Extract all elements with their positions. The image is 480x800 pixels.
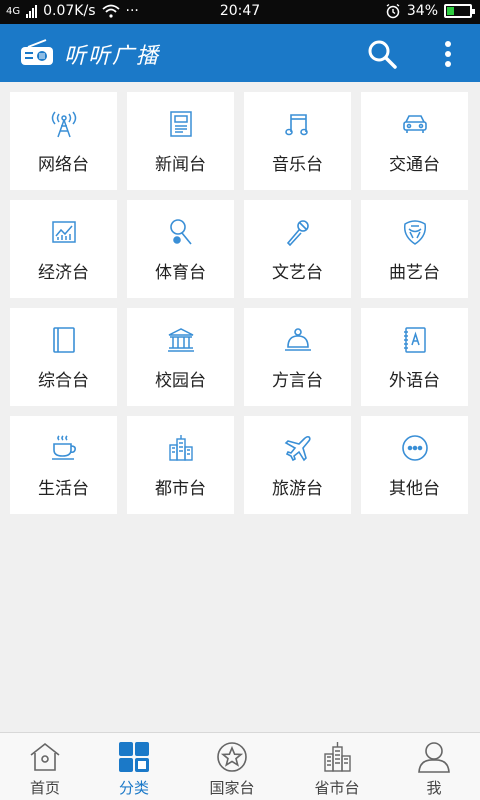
- category-tile-music[interactable]: 音乐台: [244, 92, 351, 190]
- nav-home[interactable]: 首页: [0, 733, 90, 800]
- nav-label: 国家台: [209, 779, 255, 797]
- category-label: 网络台: [38, 155, 89, 175]
- nav-label: 首页: [29, 779, 60, 797]
- status-right: 34%: [385, 3, 475, 19]
- category-tile-network[interactable]: 网络台: [10, 92, 117, 190]
- car-icon: [402, 115, 427, 133]
- category-tile-opera[interactable]: 曲艺台: [361, 200, 468, 298]
- category-label: 交通台: [389, 155, 440, 175]
- app-bar: 听听广播: [0, 24, 480, 82]
- buildings-icon: [324, 742, 351, 772]
- coffee-cup-icon: [51, 435, 76, 460]
- bottom-nav: 首页 分类 国家台 省市台 我: [0, 732, 480, 800]
- category-label: 生活台: [38, 479, 89, 499]
- category-tile-dialect[interactable]: 方言台: [244, 308, 351, 406]
- nav-provincial[interactable]: 省市台: [286, 733, 388, 800]
- book-icon: [52, 327, 75, 353]
- chart-icon: [51, 221, 76, 243]
- category-tile-campus[interactable]: 校园台: [127, 308, 234, 406]
- category-tile-foreign[interactable]: 外语台: [361, 308, 468, 406]
- nav-category[interactable]: 分类: [90, 733, 178, 800]
- status-bar: 4G 0.07K/s ··· 20:47 34%: [0, 0, 480, 24]
- radio-icon: [21, 39, 53, 65]
- nav-label: 省市台: [314, 779, 360, 797]
- home-icon: [30, 742, 60, 771]
- racket-ball-icon: [169, 219, 192, 245]
- category-label: 都市台: [155, 479, 206, 499]
- category-label: 校园台: [155, 371, 206, 391]
- category-label: 新闻台: [155, 155, 206, 175]
- microphone-icon: [286, 220, 309, 246]
- category-label: 外语台: [389, 371, 440, 391]
- nav-me[interactable]: 我: [388, 733, 480, 800]
- category-label: 音乐台: [272, 155, 323, 175]
- nav-label: 分类: [118, 779, 149, 797]
- category-tile-other[interactable]: 其他台: [361, 416, 468, 514]
- music-note-icon: [284, 114, 308, 136]
- newspaper-icon: [169, 111, 192, 137]
- category-tile-traffic[interactable]: 交通台: [361, 92, 468, 190]
- category-tile-news[interactable]: 新闻台: [127, 92, 234, 190]
- more-vertical-icon[interactable]: [436, 38, 460, 70]
- opera-mask-icon: [403, 220, 426, 245]
- category-tile-general[interactable]: 综合台: [10, 308, 117, 406]
- category-label: 方言台: [272, 371, 323, 391]
- star-icon: [217, 742, 247, 772]
- category-label: 其他台: [389, 479, 440, 499]
- category-tile-sports[interactable]: 体育台: [127, 200, 234, 298]
- category-label: 旅游台: [272, 479, 323, 499]
- category-label: 体育台: [155, 263, 206, 283]
- school-building-icon: [167, 328, 194, 352]
- category-grid: 网络台 新闻台 音乐台 交通台 经济台 体育台 文艺台 曲艺台 综合台 校园台 …: [10, 92, 470, 514]
- alarm-icon: [386, 3, 400, 19]
- category-tile-travel[interactable]: 旅游台: [244, 416, 351, 514]
- category-label: 经济台: [38, 263, 89, 283]
- app-title: 听听广播: [64, 44, 161, 69]
- category-label: 综合台: [38, 371, 89, 391]
- category-label: 文艺台: [272, 263, 323, 283]
- battery-icon: [444, 4, 475, 18]
- airplane-icon: [284, 435, 311, 462]
- category-tile-economy[interactable]: 经济台: [10, 200, 117, 298]
- category-tile-arts[interactable]: 文艺台: [244, 200, 351, 298]
- nav-label: 我: [426, 779, 442, 797]
- category-tile-city[interactable]: 都市台: [127, 416, 234, 514]
- search-icon[interactable]: [366, 38, 398, 70]
- grid-icon: [119, 742, 149, 772]
- dictionary-icon: [403, 327, 426, 353]
- category-label: 曲艺台: [389, 263, 440, 283]
- user-icon: [418, 742, 450, 773]
- reception-bell-icon: [284, 328, 311, 351]
- antenna-tower-icon: [51, 111, 76, 138]
- battery-percent: 34%: [406, 3, 438, 19]
- city-buildings-icon: [168, 435, 193, 461]
- more-horizontal-icon: [401, 435, 428, 461]
- category-tile-life[interactable]: 生活台: [10, 416, 117, 514]
- nav-national[interactable]: 国家台: [178, 733, 286, 800]
